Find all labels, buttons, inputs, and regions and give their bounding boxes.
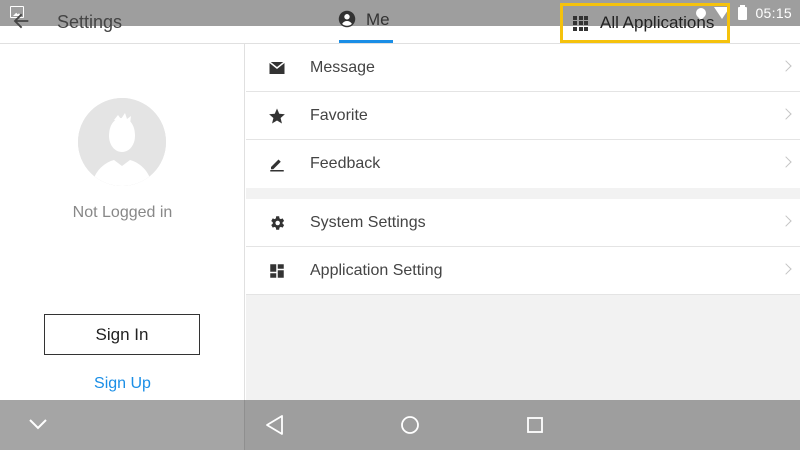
menu-item-label: Message	[310, 58, 375, 76]
menu-item-system-settings[interactable]: System Settings	[246, 199, 800, 247]
status-time: 05:15	[755, 5, 792, 21]
square-recents-icon	[527, 417, 543, 433]
dashboard-icon	[268, 262, 286, 280]
envelope-icon	[268, 59, 286, 77]
login-status-text: Not Logged in	[72, 204, 173, 221]
triangle-back-icon	[266, 415, 283, 435]
nav-home-button[interactable]	[398, 413, 422, 437]
menu-item-label: System Settings	[310, 213, 426, 231]
navigation-bar	[0, 400, 800, 450]
menu-item-label: Application Setting	[310, 261, 443, 279]
settings-menu: Message Favorite Feedback System Setting…	[246, 44, 800, 400]
tab-me[interactable]: Me	[338, 10, 390, 44]
chevron-right-icon	[780, 215, 792, 227]
menu-group-settings: System Settings Application Setting	[246, 199, 800, 295]
menu-item-message[interactable]: Message	[246, 44, 800, 92]
menu-item-feedback[interactable]: Feedback	[246, 140, 800, 188]
menu-group-personal: Message Favorite Feedback	[246, 44, 800, 188]
chevron-right-icon	[780, 60, 792, 72]
default-user-icon	[78, 98, 166, 186]
all-applications-button[interactable]: All Applications	[560, 3, 730, 43]
star-icon	[268, 107, 286, 125]
all-applications-label: All Applications	[600, 13, 715, 32]
profile-panel: Not Logged in Sign In Sign Up	[0, 44, 245, 400]
back-button[interactable]	[10, 10, 38, 34]
arrow-left-icon	[13, 13, 29, 29]
account-circle-icon	[338, 10, 356, 33]
chevron-down-icon[interactable]	[28, 414, 48, 434]
nav-back-button[interactable]	[263, 413, 287, 437]
tab-me-label: Me	[366, 10, 390, 29]
chevron-right-icon	[780, 156, 792, 168]
chevron-right-icon	[780, 263, 792, 275]
chevron-right-icon	[780, 108, 792, 120]
page-title: Settings	[57, 12, 123, 32]
battery-icon	[738, 4, 748, 20]
nav-recents-button[interactable]	[523, 413, 547, 437]
apps-grid-icon	[573, 15, 588, 31]
sign-in-button[interactable]: Sign In	[44, 314, 200, 355]
menu-item-label: Favorite	[310, 106, 368, 124]
circle-home-icon	[401, 416, 419, 434]
sign-up-link[interactable]: Sign Up	[0, 375, 245, 393]
menu-item-favorite[interactable]: Favorite	[246, 92, 800, 140]
menu-item-application-setting[interactable]: Application Setting	[246, 247, 800, 295]
gear-icon	[268, 214, 286, 232]
pencil-icon	[268, 155, 286, 173]
menu-item-label: Feedback	[310, 155, 381, 172]
avatar	[78, 98, 166, 186]
nav-left-section	[0, 400, 245, 450]
active-tab-indicator	[339, 40, 393, 43]
